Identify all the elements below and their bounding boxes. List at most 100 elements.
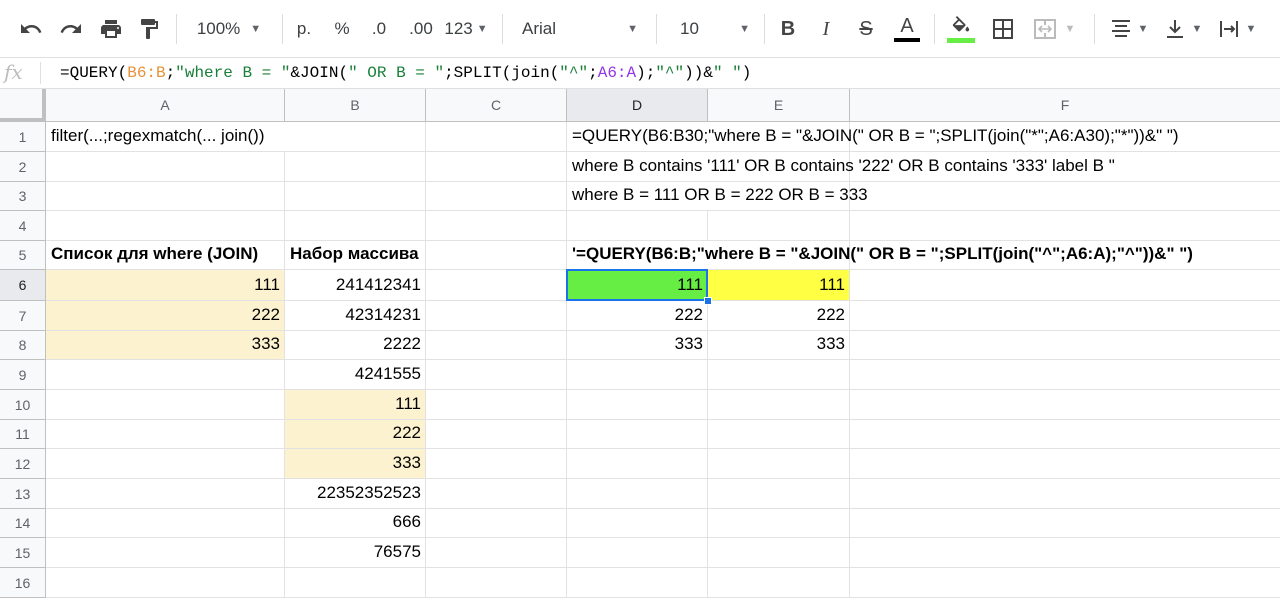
cell-c4[interactable] xyxy=(426,211,567,241)
row-header-12[interactable]: 12 xyxy=(0,449,46,479)
horizontal-align-button[interactable]: ▼ xyxy=(1104,12,1154,46)
zoom-select[interactable]: 100% ▼ xyxy=(186,12,272,46)
cell-f16[interactable] xyxy=(850,568,1280,598)
cell-a12[interactable] xyxy=(46,449,285,479)
cell-f15[interactable] xyxy=(850,538,1280,568)
cell-e7[interactable]: 222 xyxy=(708,301,850,331)
row-header-5[interactable]: 5 xyxy=(0,241,46,270)
percent-format-button[interactable]: % xyxy=(328,12,356,46)
row-header-6[interactable]: 6 xyxy=(0,270,46,301)
cell-d3[interactable]: where B = 111 OR B = 222 OR B = 333 xyxy=(567,182,868,211)
cell-a3[interactable] xyxy=(46,182,285,211)
cell-b14[interactable]: 666 xyxy=(285,509,426,538)
cell-b1[interactable] xyxy=(285,122,426,152)
row-header-11[interactable]: 11 xyxy=(0,420,46,449)
decrease-decimals-button[interactable]: .0 xyxy=(364,12,394,46)
cell-c14[interactable] xyxy=(426,509,567,538)
row-header-10[interactable]: 10 xyxy=(0,390,46,420)
cell-f14[interactable] xyxy=(850,509,1280,538)
cell-c5[interactable] xyxy=(426,241,567,270)
cell-b5[interactable]: Набор массива xyxy=(285,241,426,270)
cell-a2[interactable] xyxy=(46,152,285,182)
row-header-9[interactable]: 9 xyxy=(0,360,46,390)
cell-f4[interactable] xyxy=(850,211,1280,241)
cell-a11[interactable] xyxy=(46,420,285,449)
cell-a13[interactable] xyxy=(46,479,285,509)
cell-b10[interactable]: 111 xyxy=(285,390,426,420)
paint-format-icon[interactable] xyxy=(132,12,166,46)
cell-f8[interactable] xyxy=(850,331,1280,360)
column-header-c[interactable]: C xyxy=(426,89,567,122)
row-header-13[interactable]: 13 xyxy=(0,479,46,509)
cell-b3[interactable] xyxy=(285,182,426,211)
row-header-8[interactable]: 8 xyxy=(0,331,46,360)
cell-b16[interactable] xyxy=(285,568,426,598)
cell-e16[interactable] xyxy=(708,568,850,598)
cell-d7[interactable]: 222 xyxy=(567,301,708,331)
cell-c8[interactable] xyxy=(426,331,567,360)
cell-d14[interactable] xyxy=(567,509,708,538)
font-size-select[interactable]: 10 ▼ xyxy=(668,12,756,46)
cell-c10[interactable] xyxy=(426,390,567,420)
text-color-button[interactable]: A xyxy=(890,12,924,46)
font-family-select[interactable]: Arial ▼ xyxy=(514,12,646,46)
cell-e14[interactable] xyxy=(708,509,850,538)
cell-e6[interactable]: 111 xyxy=(708,270,850,301)
cell-b12[interactable]: 333 xyxy=(285,449,426,479)
cell-a6[interactable]: 111 xyxy=(46,270,285,301)
cell-c3[interactable] xyxy=(426,182,567,211)
text-wrapping-button[interactable]: ▼ xyxy=(1212,12,1262,46)
cell-e10[interactable] xyxy=(708,390,850,420)
column-header-a[interactable]: A xyxy=(46,89,285,122)
cell-c11[interactable] xyxy=(426,420,567,449)
cell-f6[interactable] xyxy=(850,270,1280,301)
cell-a7[interactable]: 222 xyxy=(46,301,285,331)
cell-d16[interactable] xyxy=(567,568,708,598)
fill-color-button[interactable] xyxy=(944,12,978,46)
cell-c15[interactable] xyxy=(426,538,567,568)
more-formats-select[interactable]: 123 ▼ xyxy=(442,12,490,46)
print-icon[interactable] xyxy=(94,12,128,46)
cell-e4[interactable] xyxy=(708,211,850,241)
cell-d13[interactable] xyxy=(567,479,708,509)
cell-a4[interactable] xyxy=(46,211,285,241)
cell-b6[interactable]: 241412341 xyxy=(285,270,426,301)
cell-a10[interactable] xyxy=(46,390,285,420)
vertical-align-button[interactable]: ▼ xyxy=(1158,12,1208,46)
column-header-d[interactable]: D xyxy=(567,89,708,122)
italic-button[interactable]: I xyxy=(810,12,842,46)
cell-c1[interactable] xyxy=(426,122,567,152)
merge-cells-button[interactable]: ▼ xyxy=(1026,12,1082,46)
cell-d1[interactable]: =QUERY(B6:B30;"where B = "&JOIN(" OR B =… xyxy=(567,122,1179,152)
cell-f3[interactable] xyxy=(850,182,1280,211)
cell-e9[interactable] xyxy=(708,360,850,390)
cell-d6[interactable]: 111 xyxy=(567,270,708,301)
currency-format-button[interactable]: р. xyxy=(290,12,318,46)
cell-a1[interactable]: filter(...;regexmatch(... join()) xyxy=(46,122,285,152)
cell-e15[interactable] xyxy=(708,538,850,568)
cell-c12[interactable] xyxy=(426,449,567,479)
bold-button[interactable]: B xyxy=(772,12,804,46)
cell-c13[interactable] xyxy=(426,479,567,509)
cell-e11[interactable] xyxy=(708,420,850,449)
formula-input[interactable]: =QUERY(B6:B;"where B = "&JOIN(" OR B = "… xyxy=(60,64,751,82)
cell-d15[interactable] xyxy=(567,538,708,568)
cell-d4[interactable] xyxy=(567,211,708,241)
cell-f10[interactable] xyxy=(850,390,1280,420)
column-header-b[interactable]: B xyxy=(285,89,426,122)
cell-c2[interactable] xyxy=(426,152,567,182)
cell-f9[interactable] xyxy=(850,360,1280,390)
cell-a14[interactable] xyxy=(46,509,285,538)
cell-e13[interactable] xyxy=(708,479,850,509)
cell-b9[interactable]: 4241555 xyxy=(285,360,426,390)
cell-a16[interactable] xyxy=(46,568,285,598)
column-header-f[interactable]: F xyxy=(850,89,1280,122)
cell-f12[interactable] xyxy=(850,449,1280,479)
cell-b13[interactable]: 22352352523 xyxy=(285,479,426,509)
cell-d12[interactable] xyxy=(567,449,708,479)
cell-a5[interactable]: Список для where (JOIN) xyxy=(46,241,285,270)
cell-b8[interactable]: 2222 xyxy=(285,331,426,360)
cell-d2[interactable]: where B contains '111' OR B contains '22… xyxy=(567,152,1115,182)
row-header-2[interactable]: 2 xyxy=(0,152,46,182)
select-all-corner[interactable] xyxy=(0,89,46,122)
